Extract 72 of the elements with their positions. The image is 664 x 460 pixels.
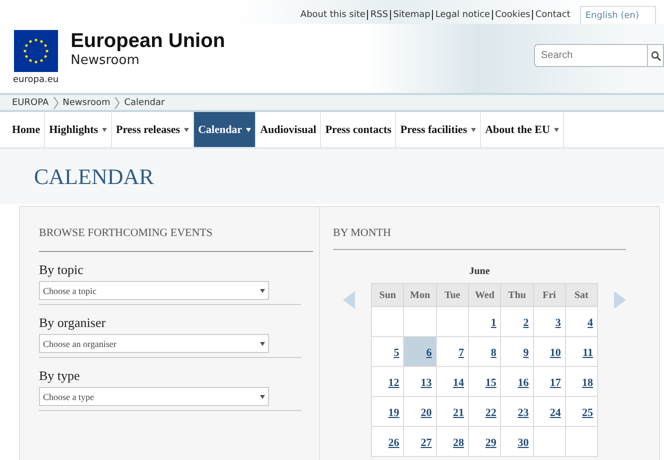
weekday-header: Fri xyxy=(533,284,566,306)
filter-dropdown[interactable]: Choose a type xyxy=(39,387,269,406)
day-link[interactable]: 5 xyxy=(394,346,400,358)
nav-tab[interactable]: Calendar xyxy=(194,112,256,147)
day-link[interactable]: 8 xyxy=(490,346,496,358)
day-link[interactable]: 23 xyxy=(518,406,529,418)
day-link[interactable]: 11 xyxy=(582,346,593,358)
day-link[interactable]: 10 xyxy=(550,346,561,358)
day-link[interactable]: 20 xyxy=(420,406,432,418)
search-icon xyxy=(650,50,660,60)
day-link[interactable]: 19 xyxy=(388,406,400,418)
section-heading: BROWSE FORTHCOMING EVENTS xyxy=(39,227,313,252)
day-link[interactable]: 9 xyxy=(523,346,529,358)
day-link[interactable]: 26 xyxy=(388,436,400,448)
top-link[interactable]: Legal notice xyxy=(433,10,492,20)
day-link[interactable]: 17 xyxy=(550,376,561,388)
weekday-header: Thu xyxy=(500,284,534,306)
day-link[interactable]: 6 xyxy=(426,346,432,358)
right-arrow-icon xyxy=(614,291,626,309)
breadcrumb-link[interactable]: Newsroom xyxy=(62,98,110,108)
chevron-icon xyxy=(52,96,59,108)
day-link[interactable]: 3 xyxy=(555,316,561,328)
day-link[interactable]: 28 xyxy=(452,436,464,448)
day-link[interactable]: 1 xyxy=(490,316,496,328)
filter-label: By topic xyxy=(39,262,84,278)
day-link[interactable]: 12 xyxy=(388,376,400,388)
day-link[interactable]: 25 xyxy=(582,406,593,418)
site-title[interactable]: European Union xyxy=(70,30,226,53)
search-button[interactable] xyxy=(648,44,664,67)
top-link[interactable]: Contact xyxy=(533,10,572,20)
top-link[interactable]: Cookies xyxy=(493,10,532,20)
day-link[interactable]: 13 xyxy=(420,376,432,388)
month-label: June xyxy=(469,266,490,277)
caret-icon xyxy=(260,342,265,346)
day-link[interactable]: 16 xyxy=(518,376,529,388)
day-link[interactable]: 27 xyxy=(420,436,432,448)
top-link[interactable]: About this site xyxy=(298,10,368,20)
weekday-header: Tue xyxy=(436,284,468,306)
weekday-header: Mon xyxy=(404,284,436,306)
filter-dropdown[interactable]: Choose a topic xyxy=(39,281,269,300)
day-link[interactable]: 21 xyxy=(452,406,464,418)
top-link[interactable]: RSS xyxy=(368,10,390,20)
day-link[interactable]: 29 xyxy=(485,436,496,448)
day-link[interactable]: 14 xyxy=(452,376,464,388)
day-link[interactable]: 7 xyxy=(458,346,464,358)
day-link[interactable]: 18 xyxy=(582,376,593,388)
weekday-header: Wed xyxy=(468,284,501,306)
breadcrumb-link[interactable]: EUROPA xyxy=(12,98,49,108)
left-arrow-icon xyxy=(343,291,355,309)
section-heading: BY MONTH xyxy=(333,227,626,250)
filter-label: By organiser xyxy=(39,315,107,331)
breadcrumb-link[interactable]: Calendar xyxy=(124,98,165,108)
day-link[interactable]: 15 xyxy=(485,376,496,388)
chevron-icon xyxy=(114,96,120,108)
day-link[interactable]: 22 xyxy=(485,406,496,418)
weekday-header: Sun xyxy=(372,284,404,306)
filter-dropdown[interactable]: Choose an organiser xyxy=(39,334,269,353)
language-selector[interactable]: English (en) xyxy=(580,6,656,24)
weekday-header: Sat xyxy=(565,284,598,306)
filter-label: By type xyxy=(39,368,81,384)
top-link[interactable]: Sitemap xyxy=(391,10,432,20)
logo-caption: europa.eu xyxy=(13,75,59,85)
site-subtitle: Newsroom xyxy=(70,53,140,68)
day-link[interactable]: 4 xyxy=(588,316,593,328)
caret-icon xyxy=(260,288,265,292)
search-field[interactable]: Search xyxy=(534,44,648,67)
day-link[interactable]: 2 xyxy=(523,316,529,328)
page-title: CALENDAR xyxy=(34,164,154,190)
caret-icon xyxy=(260,394,265,398)
day-link[interactable]: 30 xyxy=(518,436,529,448)
flag-logo-icon[interactable] xyxy=(14,30,58,72)
day-link[interactable]: 24 xyxy=(550,406,561,418)
